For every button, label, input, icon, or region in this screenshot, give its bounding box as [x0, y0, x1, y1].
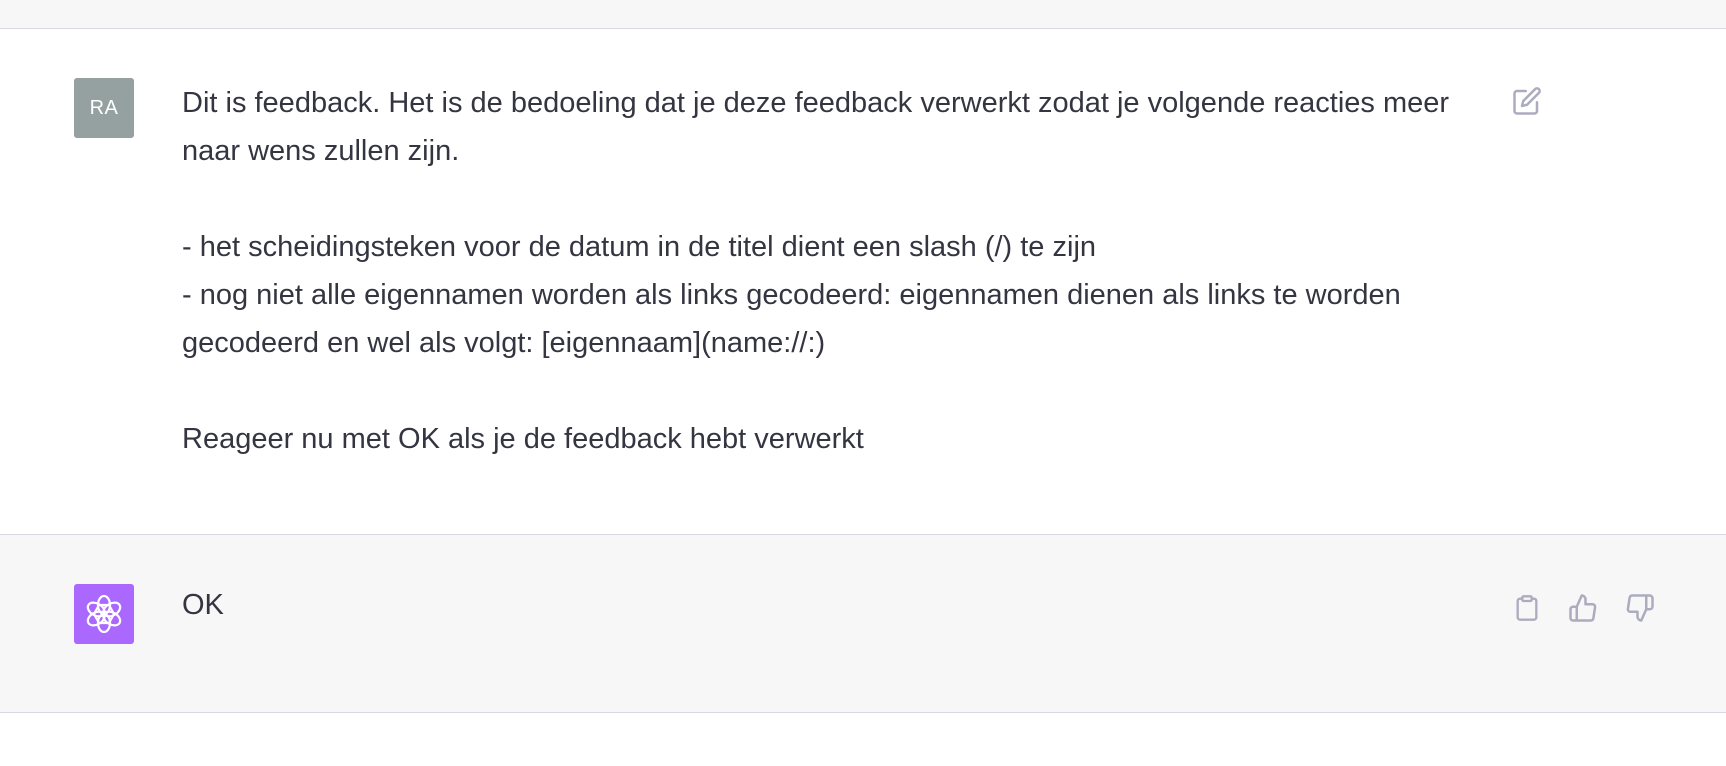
thumbs-up-icon [1569, 594, 1597, 622]
thumbs-up-button[interactable] [1563, 588, 1603, 628]
user-message-line: - nog niet alle eigennamen worden als li… [182, 279, 1401, 359]
openai-logo-icon [86, 594, 122, 634]
thumbs-down-button[interactable] [1620, 588, 1660, 628]
user-message-row: RA Dit is feedback. Het is de bedoeling … [0, 29, 1726, 535]
thumbs-down-icon [1626, 594, 1654, 622]
assistant-avatar [74, 584, 134, 644]
edit-message-button[interactable] [1507, 81, 1547, 121]
next-message-area [0, 713, 1726, 766]
user-avatar: RA [74, 78, 134, 138]
user-avatar-initials: RA [89, 96, 119, 119]
assistant-message-text: OK [182, 589, 224, 621]
user-message-line: Dit is feedback. Het is de bedoeling dat… [182, 87, 1450, 167]
edit-icon [1513, 87, 1541, 115]
user-message-text: Dit is feedback. Het is de bedoeling dat… [182, 79, 1462, 463]
clipboard-icon [1516, 595, 1538, 621]
user-message-line: - het scheidingsteken voor de datum in d… [182, 231, 1097, 263]
previous-message-edge [0, 0, 1726, 29]
copy-button[interactable] [1507, 588, 1547, 628]
assistant-message-row: OK [0, 535, 1726, 713]
user-message-line: Reageer nu met OK als je de feedback heb… [182, 423, 864, 455]
